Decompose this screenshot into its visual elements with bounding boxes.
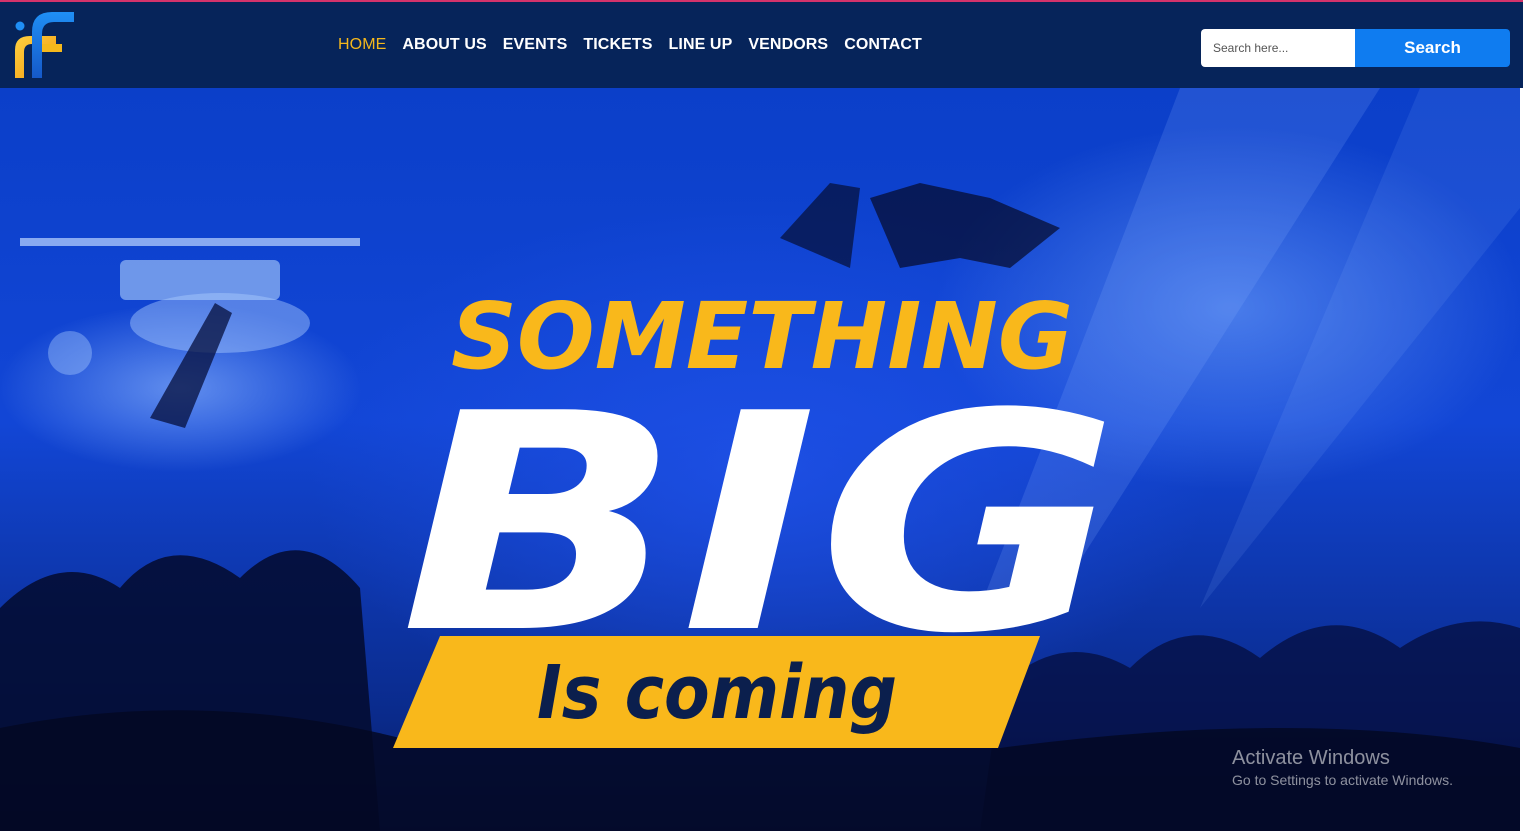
windows-activation-watermark: Activate Windows Go to Settings to activ… <box>1232 746 1453 790</box>
search-button[interactable]: Search <box>1355 29 1510 67</box>
search-input[interactable] <box>1201 29 1355 67</box>
search-form: Search <box>1201 29 1510 67</box>
main-navigation: HOME ABOUT US EVENTS TICKETS LINE UP VEN… <box>338 36 922 54</box>
nav-vendors[interactable]: VENDORS <box>748 36 828 54</box>
hero-banner: SOMETHING BIG Is coming Activate Windows… <box>0 88 1520 831</box>
watermark-subtitle: Go to Settings to activate Windows. <box>1232 772 1453 788</box>
nav-contact[interactable]: CONTACT <box>844 36 922 54</box>
nav-about-us[interactable]: ABOUT US <box>402 36 486 54</box>
logo-icon[interactable] <box>12 10 76 82</box>
nav-events[interactable]: EVENTS <box>503 36 568 54</box>
navbar: HOME ABOUT US EVENTS TICKETS LINE UP VEN… <box>0 2 1523 88</box>
hero-line-is-coming: Is coming <box>537 650 897 736</box>
nav-home[interactable]: HOME <box>338 36 386 54</box>
hero-line-big: BIG <box>400 350 1120 699</box>
nav-tickets[interactable]: TICKETS <box>583 36 652 54</box>
nav-line-up[interactable]: LINE UP <box>669 36 733 54</box>
watermark-title: Activate Windows <box>1232 747 1390 769</box>
hero-headline: SOMETHING BIG Is coming <box>393 283 1120 748</box>
